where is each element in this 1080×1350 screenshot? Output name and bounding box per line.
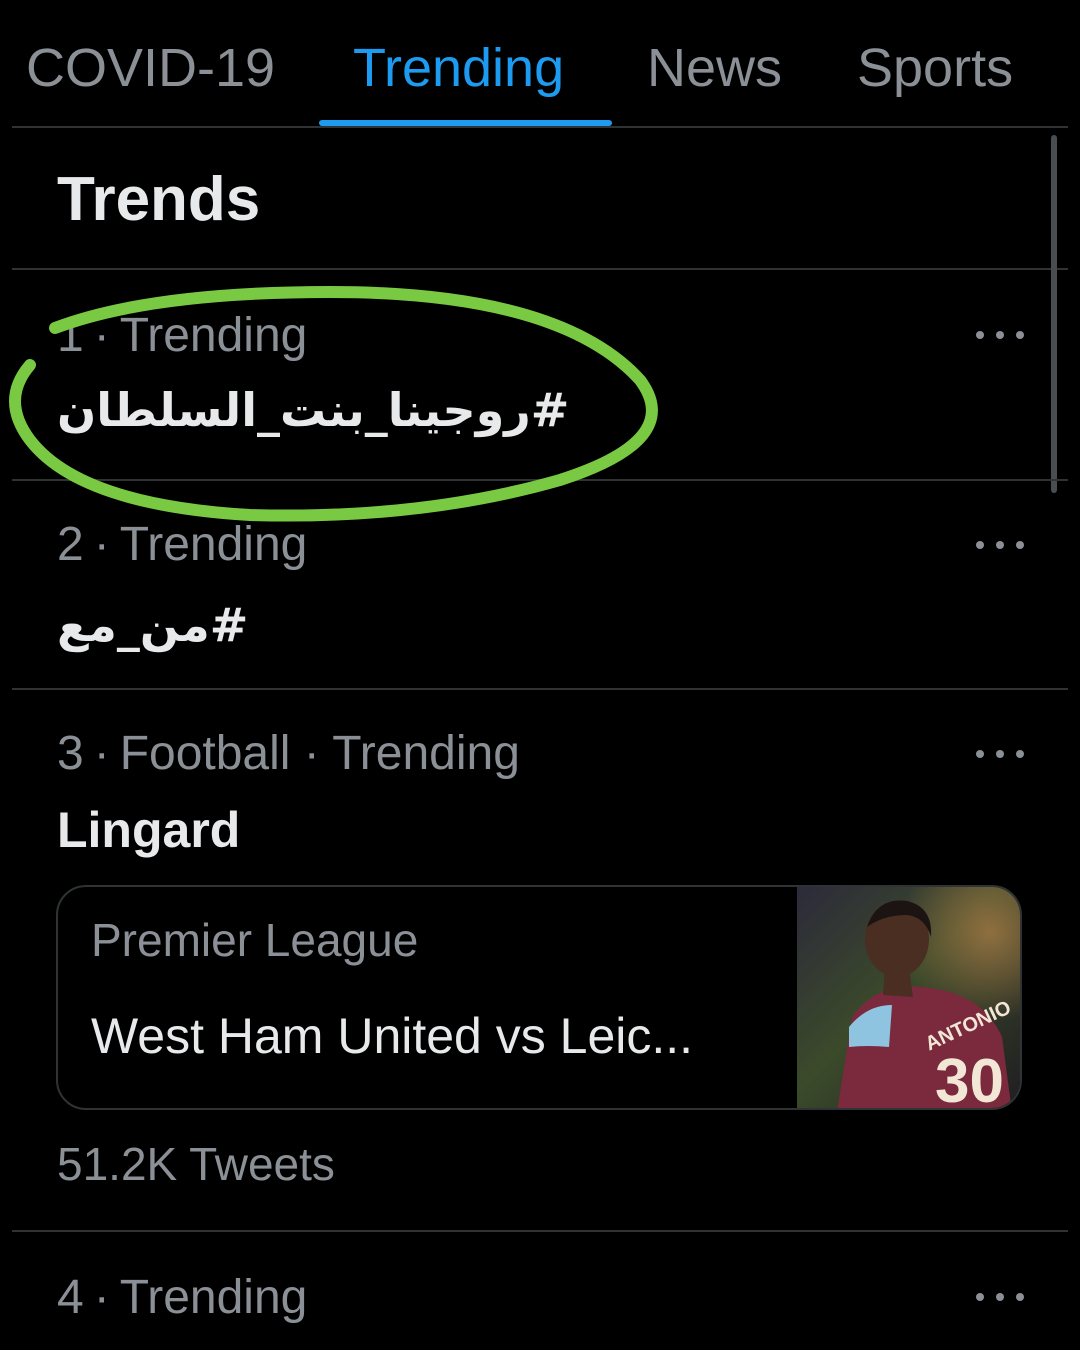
separator-dot: · [93, 727, 110, 780]
trend-context: Trending [119, 518, 308, 571]
news-card[interactable]: Premier League West Ham United vs Leic..… [56, 885, 1022, 1110]
separator-dot: · [93, 309, 110, 362]
more-horizontal-icon[interactable] [976, 1285, 1024, 1309]
trend-name: #روجينا_بنت_السلطان [57, 383, 570, 437]
trend-item-2[interactable]: 2 · Trending #من_مع [0, 481, 1080, 689]
trend-meta: 2 · Trending [57, 517, 307, 573]
section-title: Trends [57, 165, 261, 234]
tab-news[interactable]: News [647, 36, 782, 100]
more-horizontal-icon[interactable] [976, 742, 1024, 766]
trend-context: Trending [119, 1271, 308, 1324]
explore-tabs: COVID-19 Trending News Sports [0, 0, 1080, 126]
trend-meta: 3 · Football · Trending [57, 726, 520, 782]
card-category: Premier League [91, 914, 419, 966]
svg-text:30: 30 [935, 1047, 1004, 1110]
trend-item-1[interactable]: 1 · Trending #روجينا_بنت_السلطان [0, 270, 1080, 480]
tab-covid-19[interactable]: COVID-19 [26, 36, 275, 100]
divider [12, 126, 1068, 128]
more-horizontal-icon[interactable] [976, 533, 1024, 557]
separator-dot: · [93, 1271, 110, 1324]
trend-name: #من_مع [57, 598, 249, 652]
more-horizontal-icon[interactable] [976, 323, 1024, 347]
tab-trending[interactable]: Trending [353, 36, 564, 100]
trend-context: Trending [119, 309, 308, 362]
trend-rank: 2 [57, 518, 84, 571]
separator-dot: · [93, 518, 110, 571]
trend-meta: 1 · Trending [57, 308, 307, 364]
tab-sports[interactable]: Sports [857, 36, 1013, 100]
card-thumbnail: 30 ANTONIO [797, 887, 1020, 1110]
tweet-count: 51.2K Tweets [57, 1138, 335, 1190]
trend-context: Football · Trending [119, 727, 520, 780]
trend-meta: 4 · Trending [57, 1270, 307, 1326]
trend-rank: 1 [57, 309, 84, 362]
trend-rank: 4 [57, 1271, 84, 1324]
trend-item-4[interactable]: 4 · Trending [0, 1232, 1080, 1350]
trend-rank: 3 [57, 727, 84, 780]
card-headline: West Ham United vs Leic... [91, 1008, 694, 1064]
trend-name: Lingard [57, 802, 241, 858]
